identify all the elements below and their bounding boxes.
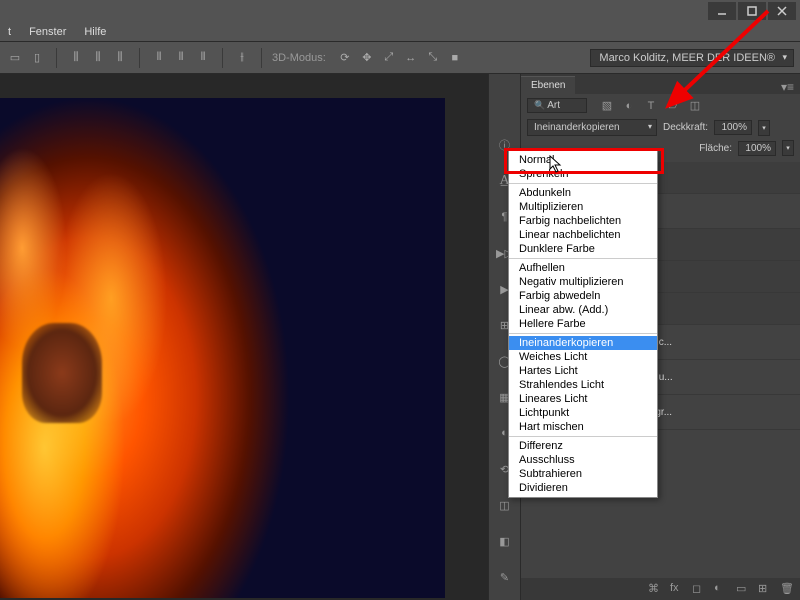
orbit-icon[interactable]: ⟳ xyxy=(336,49,354,67)
blend-mode-option[interactable]: Farbig nachbelichten xyxy=(509,214,657,228)
menu-item-fenster[interactable]: Fenster xyxy=(29,26,66,38)
filter-smart-icon[interactable]: ◫ xyxy=(687,99,703,113)
new-layer-icon[interactable]: ⊞ xyxy=(758,582,772,596)
trash-icon[interactable]: 🗑 xyxy=(780,582,794,596)
maximize-button[interactable] xyxy=(738,2,766,20)
mask-icon[interactable]: ◻ xyxy=(692,582,706,596)
document-image xyxy=(0,98,445,598)
tab-ebenen[interactable]: Ebenen xyxy=(521,76,575,94)
blend-mode-option[interactable]: Hartes Licht xyxy=(509,364,657,378)
mode-3d-label: 3D-Modus: xyxy=(272,52,326,64)
blend-mode-option[interactable]: Abdunkeln xyxy=(509,186,657,200)
distribute-icon[interactable]: ⫴ xyxy=(172,49,190,67)
filter-type-icon[interactable]: T xyxy=(643,99,659,113)
opacity-flyout[interactable]: ▾ xyxy=(758,120,770,136)
filter-shape-icon[interactable]: ▱ xyxy=(665,99,681,113)
blend-mode-option[interactable]: Linear abw. (Add.) xyxy=(509,303,657,317)
camera-icon[interactable]: ■ xyxy=(446,49,464,67)
blend-mode-option[interactable]: Sprenkeln xyxy=(509,167,657,181)
slide-icon[interactable]: ↔ xyxy=(402,49,420,67)
options-bar: ▭ ▯ ⫼ ⫼ ⫼ ⫴ ⫴ ⫴ ⫲ 3D-Modus: ⟳ ✥ ⤢ ↔ ⤡ ■ … xyxy=(0,42,800,74)
menu-item-cut[interactable]: t xyxy=(8,26,11,38)
menubar: t Fenster Hilfe xyxy=(0,22,800,42)
filter-adjust-icon[interactable]: ◐ xyxy=(621,99,637,113)
blend-mode-option[interactable]: Hellere Farbe xyxy=(509,317,657,331)
fill-flyout[interactable]: ▾ xyxy=(782,140,794,156)
layers-footer: ⌘ fx ◻ ◐ ▭ ⊞ 🗑 xyxy=(521,578,800,600)
blend-mode-option[interactable]: Strahlendes Licht xyxy=(509,378,657,392)
link-icon[interactable]: ⌘ xyxy=(648,582,662,596)
blend-mode-option[interactable]: Ausschluss xyxy=(509,453,657,467)
blend-mode-dropdown[interactable]: Ineinanderkopieren xyxy=(527,119,657,136)
blend-mode-option[interactable]: Subtrahieren xyxy=(509,467,657,481)
blend-mode-option[interactable]: Weiches Licht xyxy=(509,350,657,364)
opacity-label: Deckkraft: xyxy=(663,122,708,133)
blend-mode-option[interactable]: Normal xyxy=(509,153,657,167)
blend-mode-option[interactable]: Aufhellen xyxy=(509,261,657,275)
distribute-icon[interactable]: ⫼ xyxy=(111,49,129,67)
distribute-icon[interactable]: ⫼ xyxy=(89,49,107,67)
distribute-icon[interactable]: ⫼ xyxy=(67,49,85,67)
filter-pixel-icon[interactable]: ▧ xyxy=(599,99,615,113)
blend-mode-option[interactable]: Hart mischen xyxy=(509,420,657,434)
minimize-button[interactable] xyxy=(708,2,736,20)
align-icon[interactable]: ▯ xyxy=(28,49,46,67)
align-icon[interactable]: ▭ xyxy=(6,49,24,67)
blend-mode-popup: NormalSprenkelnAbdunkelnMultiplizierenFa… xyxy=(508,150,658,498)
window-titlebar xyxy=(0,0,800,22)
group-icon[interactable]: ▭ xyxy=(736,582,750,596)
fill-label: Fläche: xyxy=(699,143,732,154)
blend-mode-option[interactable]: Linear nachbelichten xyxy=(509,228,657,242)
menu-item-hilfe[interactable]: Hilfe xyxy=(84,26,106,38)
fx-icon[interactable]: fx xyxy=(670,582,684,596)
close-button[interactable] xyxy=(768,2,796,20)
scale-icon[interactable]: ⤡ xyxy=(424,49,442,67)
panel-menu-icon[interactable]: ▾≡ xyxy=(775,80,800,94)
canvas[interactable] xyxy=(0,74,488,600)
blend-mode-option[interactable]: Dividieren xyxy=(509,481,657,495)
opacity-value[interactable]: 100% xyxy=(714,120,752,135)
blend-mode-option[interactable]: Differenz xyxy=(509,439,657,453)
layer-filter-dropdown[interactable]: Art xyxy=(527,98,587,113)
adjustment-icon[interactable]: ◐ xyxy=(714,582,728,596)
dolly-icon[interactable]: ⤢ xyxy=(380,49,398,67)
pan-icon[interactable]: ✥ xyxy=(358,49,376,67)
paths-icon[interactable]: ✎ xyxy=(494,566,516,588)
fill-value[interactable]: 100% xyxy=(738,141,776,156)
blend-mode-option[interactable]: Farbig abwedeln xyxy=(509,289,657,303)
workspace-dropdown[interactable]: Marco Kolditz, MEER DER IDEEN® xyxy=(590,49,794,67)
distribute-icon[interactable]: ⫴ xyxy=(150,49,168,67)
blend-mode-option[interactable]: Dunklere Farbe xyxy=(509,242,657,256)
distribute-icon[interactable]: ⫲ xyxy=(233,49,251,67)
blend-mode-option[interactable]: Negativ multiplizieren xyxy=(509,275,657,289)
blend-mode-option[interactable]: Ineinanderkopieren xyxy=(509,336,657,350)
blend-mode-option[interactable]: Lineares Licht xyxy=(509,392,657,406)
distribute-icon[interactable]: ⫴ xyxy=(194,49,212,67)
channels-icon[interactable]: ◧ xyxy=(494,530,516,552)
blend-mode-option[interactable]: Lichtpunkt xyxy=(509,406,657,420)
blend-mode-option[interactable]: Multiplizieren xyxy=(509,200,657,214)
